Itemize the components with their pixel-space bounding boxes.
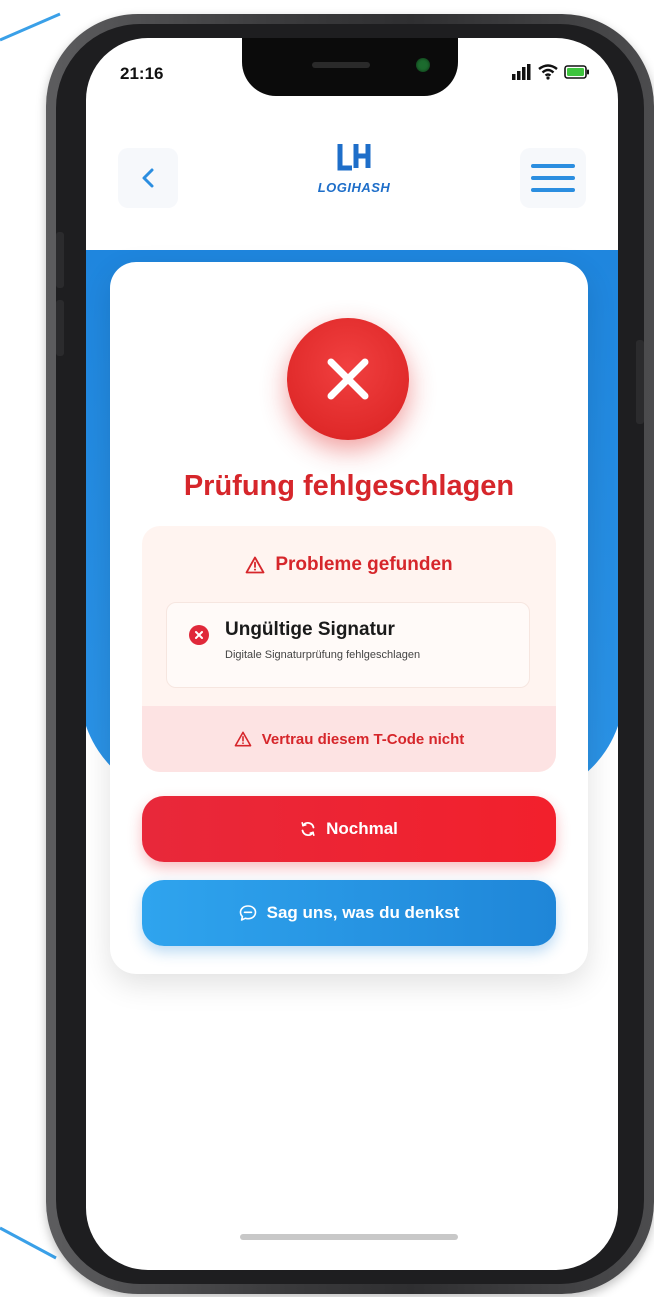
x-close-icon [327, 358, 369, 400]
issue-description: Digitale Signaturprüfung fehlgeschlagen [225, 649, 421, 661]
problems-panel: Probleme gefunden Ungültige Signatur Dig… [142, 526, 556, 772]
app-header: LOGIHASH [86, 122, 618, 252]
menu-button[interactable] [520, 148, 586, 208]
refresh-icon [301, 822, 315, 836]
feedback-button-label: Sag uns, was du denkst [266, 903, 460, 922]
power-button [636, 340, 644, 424]
signal-bars-icon [512, 64, 531, 80]
issue-title: Ungültige Signatur [225, 619, 395, 640]
warning-triangle-icon [245, 556, 265, 574]
phone-screen: 21:16 LOGIHASH Prüfung fehlgeschlagen Pr… [86, 38, 618, 1270]
warning-triangle-icon [234, 731, 252, 747]
mockup-stage: 21:16 LOGIHASH Prüfung fehlgeschlagen Pr… [0, 0, 654, 1297]
volume-up-button [56, 232, 64, 288]
notch [242, 38, 458, 96]
retry-button[interactable]: Nochmal [142, 796, 556, 862]
logo[interactable]: LOGIHASH [304, 142, 404, 222]
result-card: Prüfung fehlgeschlagen Probleme gefunden [110, 262, 588, 974]
volume-down-button [56, 300, 64, 356]
back-button[interactable] [118, 148, 178, 208]
result-title: Prüfung fehlgeschlagen [183, 470, 515, 502]
problems-heading: Probleme gefunden [142, 554, 556, 576]
hamburger-menu-icon [531, 164, 575, 192]
wifi-icon [538, 64, 558, 80]
trust-warning-label: Vertrau diesem T-Code nicht [261, 730, 465, 748]
chat-bubble-icon [239, 905, 256, 921]
problems-heading-label: Probleme gefunden [275, 554, 453, 575]
battery-icon [564, 65, 589, 79]
issue-item: Ungültige Signatur Digitale Signaturprüf… [166, 602, 530, 688]
error-circle-icon [189, 625, 209, 645]
speaker [312, 62, 370, 68]
status-icons [512, 64, 590, 80]
feedback-button[interactable]: Sag uns, was du denkst [142, 880, 556, 946]
status-time: 21:16 [120, 64, 164, 83]
retry-button-label: Nochmal [326, 819, 398, 838]
trust-warning: Vertrau diesem T-Code nicht [142, 706, 556, 772]
front-camera [416, 58, 430, 72]
home-indicator[interactable] [240, 1234, 458, 1240]
logo-text: LOGIHASH [317, 180, 391, 195]
x-small-icon [195, 631, 203, 639]
logo-mark-icon [337, 144, 371, 171]
chevron-left-icon [142, 168, 154, 188]
error-status-badge [287, 318, 409, 440]
